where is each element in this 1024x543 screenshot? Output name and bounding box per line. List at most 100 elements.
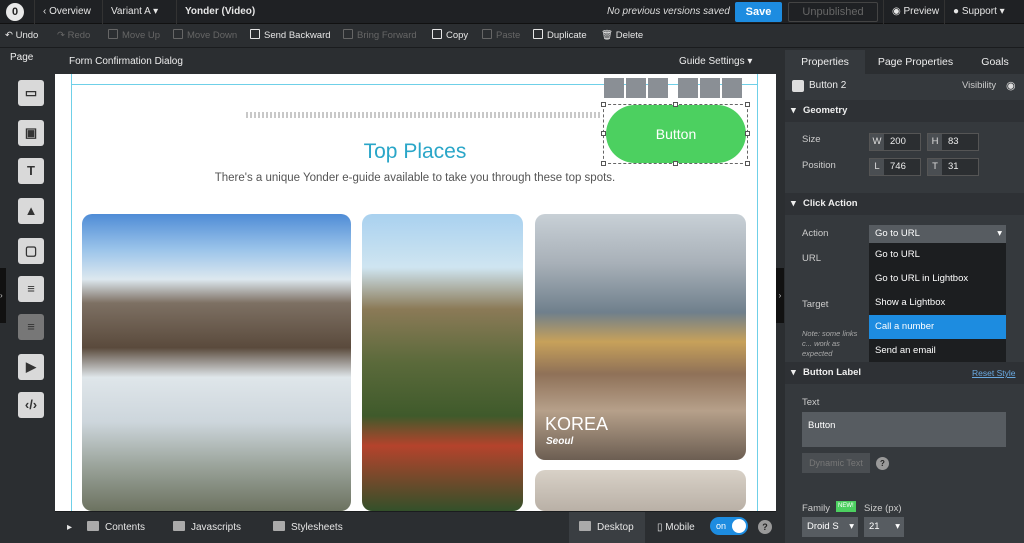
stylesheets-icon xyxy=(273,521,285,531)
width-field[interactable]: W 200 xyxy=(869,133,921,151)
reset-style-link[interactable]: Reset Style xyxy=(972,368,1015,378)
stylesheets-tab[interactable]: Stylesheets xyxy=(273,512,343,543)
card-subtitle[interactable]: Seoul xyxy=(546,436,573,447)
top-field[interactable]: T 31 xyxy=(927,158,979,176)
font-size-select[interactable]: 21 ▾ xyxy=(864,517,904,537)
send-backward-button[interactable]: Send Backward xyxy=(250,24,331,48)
align-right-icon[interactable] xyxy=(648,78,668,98)
overview-link[interactable]: ‹ Overview xyxy=(34,0,99,24)
resize-handle-ne[interactable] xyxy=(745,102,750,107)
waterfall-image[interactable] xyxy=(82,214,351,511)
align-center-icon[interactable] xyxy=(626,78,646,98)
option-go-to-url-lightbox[interactable]: Go to URL in Lightbox xyxy=(869,267,1006,291)
action-select[interactable]: Go to URL ▾ xyxy=(869,225,1006,243)
resize-handle-w[interactable] xyxy=(601,131,606,136)
resize-handle-n[interactable] xyxy=(673,102,678,107)
hero-subtitle[interactable]: There's a unique Yonder e-guide availabl… xyxy=(160,172,670,184)
expand-arrow-icon[interactable]: ▸ xyxy=(67,512,72,543)
bring-forward-button[interactable]: Bring Forward xyxy=(343,24,417,48)
desktop-label: Desktop xyxy=(597,522,634,533)
left-collapse-icon[interactable]: › xyxy=(0,268,6,323)
card-title[interactable]: KOREA xyxy=(545,414,608,435)
move-down-button[interactable]: Move Down xyxy=(173,24,237,48)
option-send-email[interactable]: Send an email xyxy=(869,339,1006,363)
send-backward-icon xyxy=(250,29,260,39)
variant-dropdown[interactable]: Variant A ▾ xyxy=(102,0,166,24)
resize-handle-nw[interactable] xyxy=(601,102,606,107)
variant-label: Variant A xyxy=(111,6,151,17)
delete-button[interactable]: 🗑 Delete xyxy=(601,24,643,48)
font-family-select[interactable]: Droid S ▾ xyxy=(802,517,858,537)
left-field[interactable]: L 746 xyxy=(869,158,921,176)
bring-forward-label: Bring Forward xyxy=(357,30,417,41)
contents-tab[interactable]: Contents xyxy=(87,512,145,543)
tab-goals[interactable]: Goals xyxy=(966,50,1024,74)
app-logo-icon[interactable]: 0 xyxy=(6,3,24,21)
box-element-icon[interactable]: ▭ xyxy=(18,80,44,106)
click-action-section-header[interactable]: ▾ Click Action xyxy=(785,193,1024,215)
resize-handle-e[interactable] xyxy=(745,131,750,136)
option-go-to-url[interactable]: Go to URL xyxy=(869,243,1006,267)
support-menu[interactable]: ● Support ▾ xyxy=(944,0,1013,24)
mobile-label: Mobile xyxy=(665,522,695,533)
javascripts-tab[interactable]: Javascripts xyxy=(173,512,241,543)
resize-handle-s[interactable] xyxy=(673,161,678,166)
duplicate-button[interactable]: Duplicate xyxy=(533,24,587,48)
dynamic-text-button[interactable]: Dynamic Text xyxy=(802,453,870,473)
video-element-icon[interactable]: ▶ xyxy=(18,354,44,380)
tab-page-properties[interactable]: Page Properties xyxy=(865,50,966,74)
option-show-lightbox[interactable]: Show a Lightbox xyxy=(869,291,1006,315)
hero-title[interactable]: Top Places xyxy=(310,140,520,164)
list-element-icon[interactable]: ≡ xyxy=(18,314,44,340)
preview-label: Preview xyxy=(903,6,940,17)
eye-icon[interactable]: ◉ xyxy=(1006,79,1016,92)
desktop-view-button[interactable]: Desktop xyxy=(569,512,645,543)
option-call-number[interactable]: Call a number xyxy=(869,315,1006,339)
button-element-icon[interactable]: ▢ xyxy=(18,238,44,264)
move-up-button[interactable]: Move Up xyxy=(108,24,160,48)
right-collapse-icon[interactable]: › xyxy=(776,268,784,323)
page-name: Yonder (Video) xyxy=(176,0,263,24)
help-icon[interactable]: ? xyxy=(876,457,889,470)
bring-forward-icon xyxy=(343,29,353,39)
unpublished-button[interactable]: Unpublished xyxy=(788,2,878,22)
redo-button[interactable]: ↷ Redo xyxy=(57,24,90,48)
resize-handle-sw[interactable] xyxy=(601,161,606,166)
form-element-icon[interactable]: ≡ xyxy=(18,276,44,302)
help-icon[interactable]: ? xyxy=(758,520,772,534)
image-element-icon[interactable]: ▲ xyxy=(18,198,44,224)
align-bottom-icon[interactable] xyxy=(722,78,742,98)
preview-button[interactable]: ◉ Preview xyxy=(883,0,947,24)
top-bar: 0 ‹ Overview Variant A ▾ Yonder (Video) … xyxy=(0,0,1024,24)
mobile-toggle[interactable]: on xyxy=(710,517,748,535)
undo-button[interactable]: ↶ Undo xyxy=(5,24,38,48)
paste-button[interactable]: Paste xyxy=(482,24,520,48)
action-note: Note: some links c... work as expected xyxy=(802,329,858,358)
mobile-view-button[interactable]: ▯ Mobile xyxy=(657,512,695,543)
align-top-icon[interactable] xyxy=(678,78,698,98)
stylesheets-label: Stylesheets xyxy=(291,522,343,533)
pagoda-image[interactable] xyxy=(362,214,523,511)
paste-label: Paste xyxy=(496,30,521,41)
bottom-image[interactable] xyxy=(535,470,746,511)
geometry-section-header[interactable]: ▾ Geometry xyxy=(785,100,1024,122)
duplicate-label: Duplicate xyxy=(547,30,587,41)
align-middle-icon[interactable] xyxy=(700,78,720,98)
height-field[interactable]: H 83 xyxy=(927,133,979,151)
copy-button[interactable]: Copy xyxy=(432,24,468,48)
trash-icon: 🗑 xyxy=(601,30,616,41)
text-element-icon[interactable]: T xyxy=(18,158,44,184)
tab-properties[interactable]: Properties xyxy=(785,50,865,74)
save-button[interactable]: Save xyxy=(735,2,782,22)
resize-handle-se[interactable] xyxy=(745,161,750,166)
code-element-icon[interactable]: ‹/› xyxy=(18,392,44,418)
align-left-icon[interactable] xyxy=(604,78,624,98)
family-label: Family xyxy=(802,503,830,514)
edit-toolbar: ↶ Undo ↷ Redo Move Up Move Down Send Bac… xyxy=(0,24,1024,48)
page-tab[interactable]: Page xyxy=(10,52,33,63)
guide-settings-dropdown[interactable]: Guide Settings ▾ xyxy=(679,50,752,74)
section-element-icon[interactable]: ▣ xyxy=(18,120,44,146)
copy-label: Copy xyxy=(446,30,469,41)
caret-down-icon: ▾ xyxy=(747,56,753,67)
button-text-input[interactable]: Button xyxy=(802,412,1006,447)
